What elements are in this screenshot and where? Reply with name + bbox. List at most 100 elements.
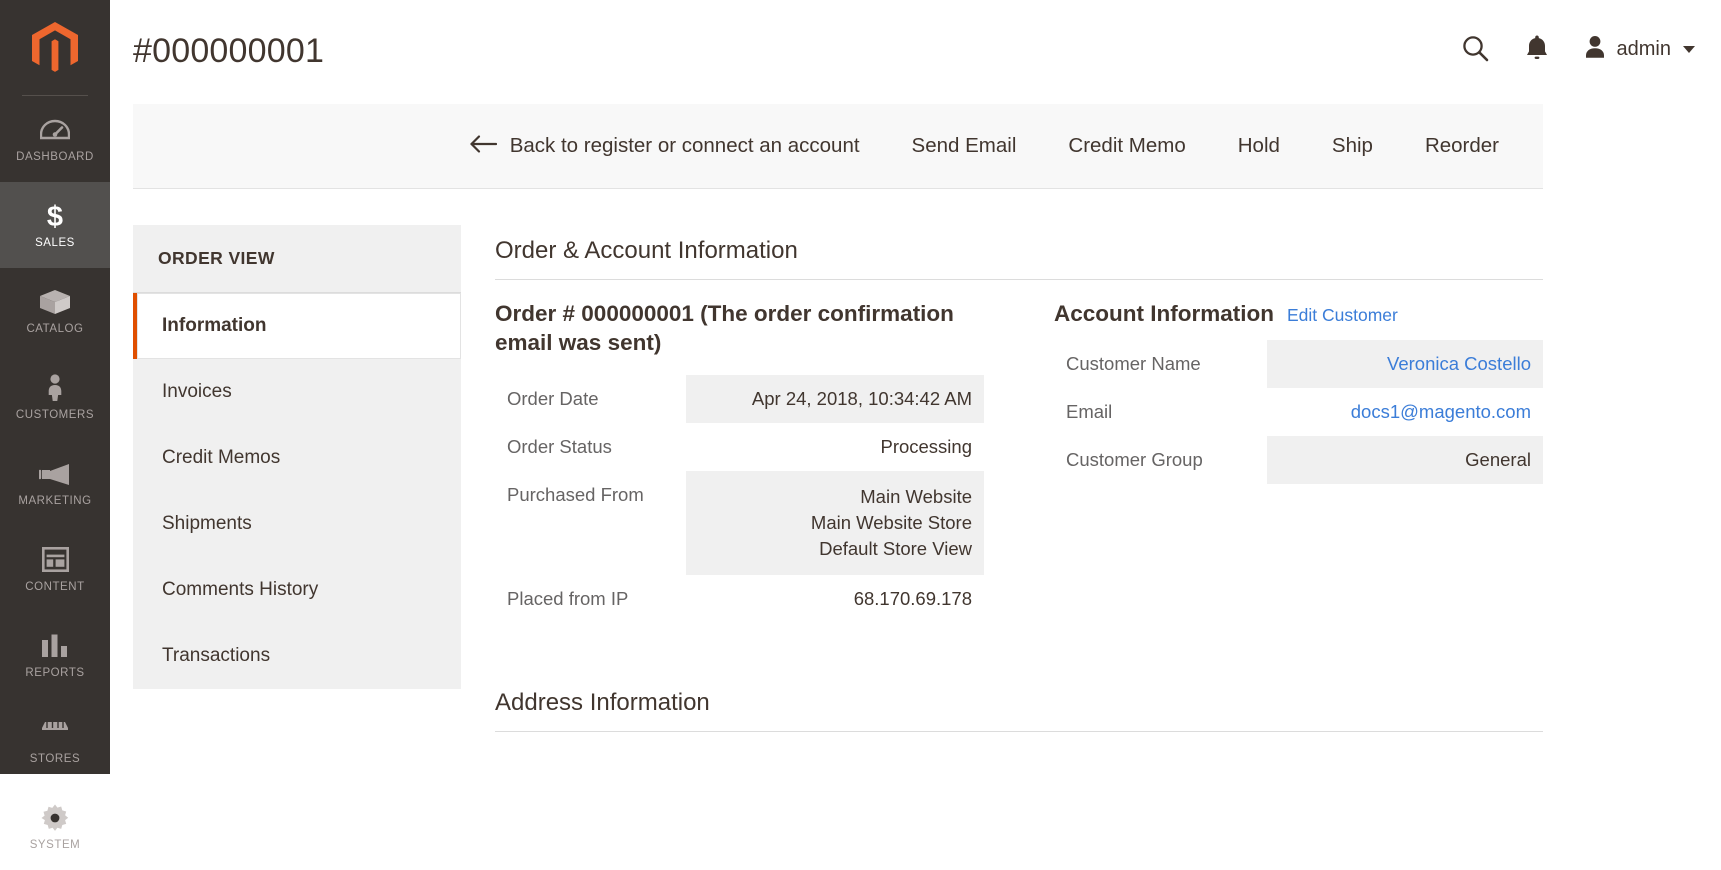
tab-label: Information	[162, 315, 267, 337]
order-view-tab-information[interactable]: Information	[133, 293, 461, 359]
order-block-title: Order # 000000001 (The order confirmatio…	[495, 300, 984, 358]
send-email-button[interactable]: Send Email	[886, 136, 1043, 157]
row-value: docs1@magento.com	[1267, 388, 1543, 436]
table-row: Email docs1@magento.com	[1054, 388, 1543, 436]
table-row: Customer Group General	[1054, 436, 1543, 484]
order-view-tabs: Information Invoices Credit Memos Shipme…	[133, 293, 461, 689]
table-row: Placed from IP 68.170.69.178	[495, 575, 984, 623]
tab-label: Shipments	[162, 513, 252, 535]
sidebar-item-label: SALES	[35, 238, 75, 250]
sidebar-item-label: MARKETING	[18, 496, 91, 508]
row-value: General	[1267, 436, 1543, 484]
purchased-from-website: Main Website	[686, 484, 972, 510]
back-button-label: Back to register or connect an account	[510, 136, 860, 157]
account-information-block: Account Information Edit Customer Custom…	[1054, 300, 1543, 623]
row-value: 68.170.69.178	[686, 575, 984, 623]
table-row: Order Date Apr 24, 2018, 10:34:42 AM	[495, 375, 984, 423]
customers-icon	[38, 373, 72, 403]
row-label: Email	[1054, 388, 1267, 436]
sidebar-item-label: SYSTEM	[30, 840, 81, 852]
tab-label: Transactions	[162, 645, 270, 667]
row-value: Processing	[686, 423, 984, 471]
admin-sidebar: DASHBOARD $ SALES CATALOG CUSTOMERS MARK…	[0, 0, 110, 774]
row-value: Apr 24, 2018, 10:34:42 AM	[686, 375, 984, 423]
header-actions: admin	[1444, 26, 1699, 72]
row-label: Purchased From	[495, 471, 686, 576]
marketing-icon	[38, 459, 72, 489]
sidebar-item-content[interactable]: CONTENT	[0, 526, 110, 612]
sidebar-item-customers[interactable]: CUSTOMERS	[0, 354, 110, 440]
sidebar-item-label: DASHBOARD	[16, 152, 94, 164]
table-row: Order Status Processing	[495, 423, 984, 471]
sidebar-item-label: CATALOG	[26, 324, 83, 336]
page-actions-toolbar: Back to register or connect an account S…	[133, 104, 1543, 189]
account-information-table: Customer Name Veronica Costello Email do…	[1054, 340, 1543, 484]
catalog-icon	[38, 287, 72, 317]
page-header: #000000001 admin	[110, 0, 1721, 104]
reports-icon	[38, 631, 72, 661]
admin-user-menu[interactable]: admin	[1568, 26, 1699, 72]
sidebar-item-label: CUSTOMERS	[16, 410, 94, 422]
customer-email-link[interactable]: docs1@magento.com	[1351, 401, 1531, 422]
table-row: Purchased From Main Website Main Website…	[495, 471, 984, 576]
sidebar-item-reports[interactable]: REPORTS	[0, 612, 110, 698]
hold-button[interactable]: Hold	[1212, 136, 1306, 157]
sidebar-item-sales[interactable]: $ SALES	[0, 182, 110, 268]
arrow-left-icon	[469, 134, 497, 159]
order-view-tab-transactions[interactable]: Transactions	[133, 623, 461, 689]
order-view-tab-invoices[interactable]: Invoices	[133, 359, 461, 425]
notifications-button[interactable]	[1506, 26, 1568, 72]
credit-memo-button[interactable]: Credit Memo	[1042, 136, 1211, 157]
row-value: Veronica Costello	[1267, 340, 1543, 388]
sidebar-item-marketing[interactable]: MARKETING	[0, 440, 110, 526]
order-view-tab-comments-history[interactable]: Comments History	[133, 557, 461, 623]
sidebar-item-system[interactable]: SYSTEM	[0, 784, 110, 870]
customer-name-link[interactable]: Veronica Costello	[1387, 353, 1531, 374]
information-columns: Order # 000000001 (The order confirmatio…	[495, 280, 1543, 623]
user-avatar-icon	[1582, 34, 1608, 65]
sales-icon: $	[38, 201, 72, 231]
row-label: Order Status	[495, 423, 686, 471]
back-to-register-button[interactable]: Back to register or connect an account	[443, 134, 886, 159]
sidebar-item-stores[interactable]: STORES	[0, 698, 110, 784]
search-icon	[1461, 34, 1489, 65]
sidebar-item-label: STORES	[30, 754, 80, 766]
svg-text:$: $	[47, 201, 63, 231]
account-block-title: Account Information	[1054, 300, 1274, 329]
tab-label: Comments History	[162, 579, 318, 601]
order-view-title: ORDER VIEW	[133, 225, 461, 293]
address-information-section: Address Information	[495, 677, 1543, 732]
tab-label: Credit Memos	[162, 447, 280, 469]
table-row: Customer Name Veronica Costello	[1054, 340, 1543, 388]
order-information-content: Order & Account Information Order # 0000…	[475, 225, 1721, 774]
system-icon	[38, 803, 72, 833]
sidebar-item-catalog[interactable]: CATALOG	[0, 268, 110, 354]
account-block-header: Account Information Edit Customer	[1054, 300, 1543, 329]
page-title: #000000001	[133, 31, 324, 72]
bell-icon	[1524, 34, 1550, 65]
admin-user-name: admin	[1617, 38, 1671, 61]
stores-icon	[38, 717, 72, 747]
row-label: Order Date	[495, 375, 686, 423]
order-view-tab-shipments[interactable]: Shipments	[133, 491, 461, 557]
ship-button[interactable]: Ship	[1306, 136, 1399, 157]
row-label: Customer Name	[1054, 340, 1267, 388]
search-button[interactable]	[1444, 26, 1506, 72]
row-label: Placed from IP	[495, 575, 686, 623]
magento-logo[interactable]	[0, 0, 110, 96]
purchased-from-store: Main Website Store	[686, 510, 972, 536]
content-icon	[38, 545, 72, 575]
row-value: Main Website Main Website Store Default …	[686, 471, 984, 576]
sidebar-item-dashboard[interactable]: DASHBOARD	[0, 96, 110, 182]
order-view-panel: ORDER VIEW Information Invoices Credit M…	[133, 225, 461, 689]
edit-customer-link[interactable]: Edit Customer	[1287, 305, 1398, 326]
order-information-table: Order Date Apr 24, 2018, 10:34:42 AM Ord…	[495, 375, 984, 624]
sidebar-item-label: REPORTS	[25, 668, 84, 680]
address-information-heading: Address Information	[495, 677, 1543, 732]
dashboard-icon	[38, 115, 72, 145]
order-view-tab-credit-memos[interactable]: Credit Memos	[133, 425, 461, 491]
reorder-button[interactable]: Reorder	[1399, 136, 1525, 157]
sidebar-item-label: CONTENT	[25, 582, 84, 594]
order-account-information-heading: Order & Account Information	[495, 225, 1543, 280]
row-label: Customer Group	[1054, 436, 1267, 484]
